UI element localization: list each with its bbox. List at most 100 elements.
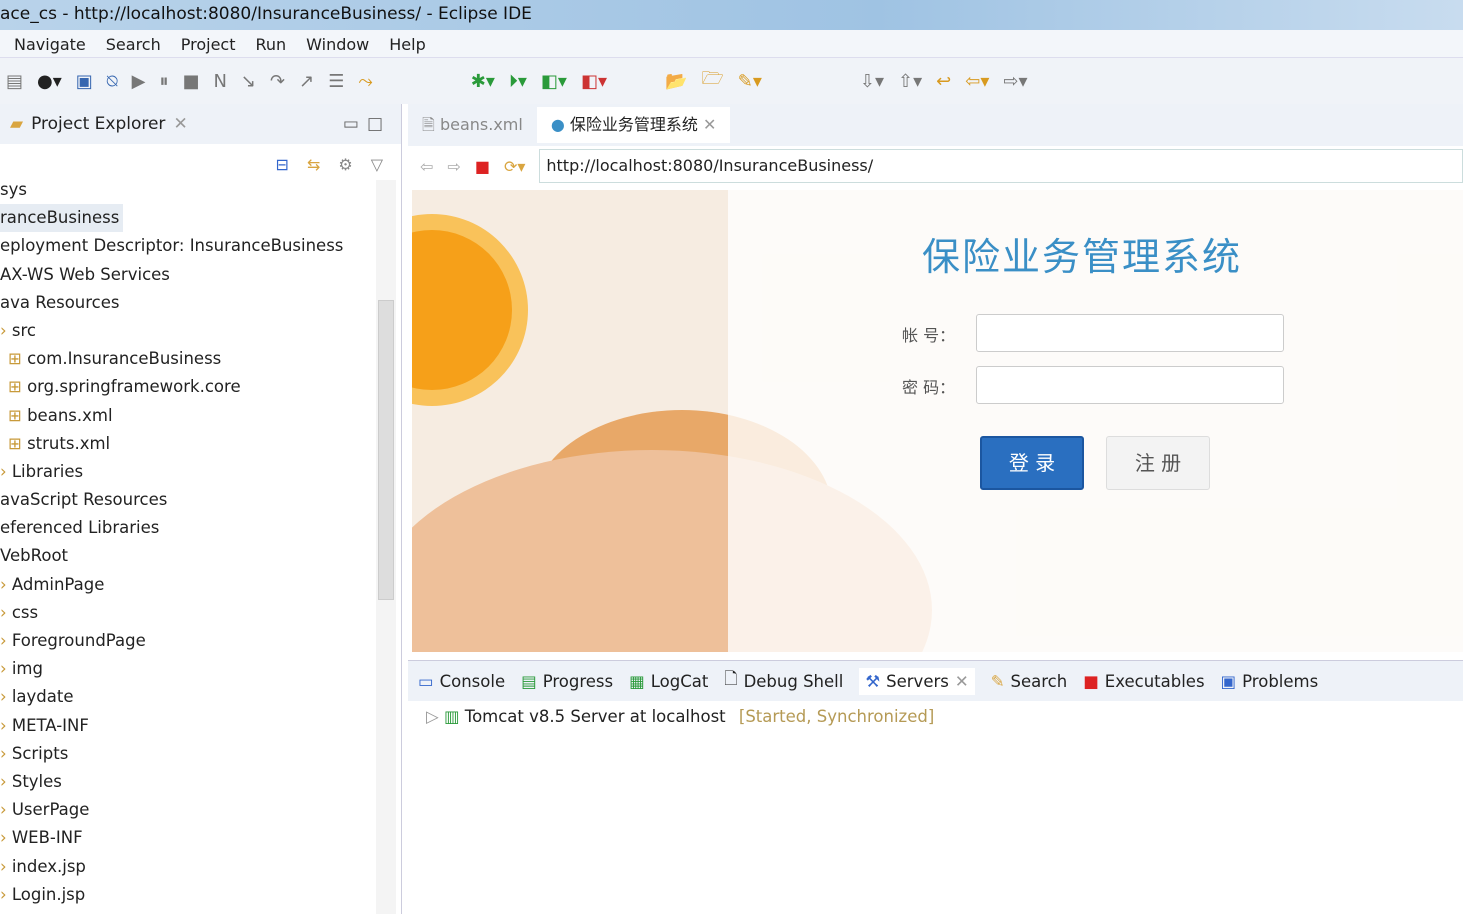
tree-item[interactable]: eferenced Libraries [0, 514, 375, 542]
refresh-icon[interactable]: ⟳▾ [504, 157, 525, 176]
tree-item[interactable]: avaScript Resources [0, 486, 375, 514]
stop-icon[interactable]: ■ [475, 157, 490, 176]
tree-item[interactable]: › css [0, 599, 375, 627]
tree-item[interactable]: › laydate [0, 683, 375, 711]
debug-icon[interactable]: ✱▾ [471, 71, 495, 92]
tab-executables[interactable]: ■ Executables [1083, 672, 1204, 691]
use-step-filters-icon[interactable]: ⤳ [358, 71, 372, 92]
tree-item[interactable]: ava Resources [0, 289, 375, 317]
tab-beans-xml[interactable]: 🗎 beans.xml [408, 107, 537, 143]
collapse-all-icon[interactable]: ⊟ [276, 155, 289, 174]
run-server-icon[interactable]: ◧▾ [541, 71, 567, 92]
terminate-icon[interactable]: ■ [182, 71, 199, 92]
menu-run[interactable]: Run [255, 35, 286, 54]
menu-bar: Navigate Search Project Run Window Help [0, 30, 1463, 58]
register-button[interactable]: 注 册 [1106, 436, 1210, 490]
tab-problems[interactable]: ▣ Problems [1221, 672, 1319, 691]
tree-item[interactable]: › AdminPage [0, 571, 375, 599]
tree-item[interactable]: › Styles [0, 768, 375, 796]
tree-item[interactable]: ⊞ struts.xml [0, 430, 375, 458]
project-explorer-icon: ▰ [10, 114, 24, 134]
filter-icon[interactable]: ⚙ [338, 155, 352, 174]
login-button[interactable]: 登 录 [980, 436, 1084, 490]
project-explorer-tab[interactable]: Project Explorer [31, 114, 165, 134]
tree-item[interactable]: AX-WS Web Services [0, 261, 375, 289]
password-input[interactable] [976, 366, 1284, 404]
tree-item-label: eployment Descriptor: InsuranceBusiness [0, 236, 344, 256]
tree-item[interactable]: ranceBusiness [0, 204, 375, 233]
drop-frame-icon[interactable]: ☰ [328, 71, 344, 92]
forward-icon[interactable]: ⇨▾ [1003, 71, 1027, 92]
maximize-icon[interactable]: □ [367, 114, 383, 134]
tree-item[interactable]: VebRoot [0, 542, 375, 570]
menu-help[interactable]: Help [389, 35, 425, 54]
tree-item[interactable]: › img [0, 655, 375, 683]
last-edit-icon[interactable]: ↩ [936, 71, 951, 92]
next-annotation-icon[interactable]: ⇩▾ [860, 71, 884, 92]
back-icon[interactable]: ⇦▾ [965, 71, 989, 92]
tree-item[interactable]: › Login.jsp [0, 881, 375, 909]
suspend-icon[interactable]: ⏸ [159, 71, 168, 92]
save-icon[interactable]: ▤ [6, 71, 23, 92]
tab-debug-shell[interactable]: 🗋 Debug Shell [724, 667, 843, 695]
prev-annotation-icon[interactable]: ⇧▾ [898, 71, 922, 92]
tab-console[interactable]: ▭ Console [418, 672, 505, 691]
folder-icon: › [0, 461, 12, 481]
forward-icon[interactable]: ⇨ [447, 157, 460, 176]
step-into-icon[interactable]: ↘ [241, 71, 256, 92]
account-input[interactable] [976, 314, 1284, 352]
tree-item[interactable]: › Libraries [0, 458, 375, 486]
step-return-icon[interactable]: ↗ [299, 71, 314, 92]
scroll-thumb[interactable] [378, 300, 394, 600]
tab-label: Console [439, 671, 506, 691]
console-icon: ▭ [418, 671, 434, 691]
menu-window[interactable]: Window [306, 35, 369, 54]
link-editor-icon[interactable]: ⇆ [307, 155, 320, 174]
tab-label: Problems [1242, 671, 1319, 691]
close-icon[interactable]: ✕ [703, 115, 716, 134]
expand-icon[interactable]: ▷ [426, 707, 439, 726]
search-tool-icon[interactable]: ✎▾ [738, 71, 762, 92]
tree-item[interactable]: ⊞ beans.xml [0, 402, 375, 430]
menu-search[interactable]: Search [106, 35, 161, 54]
server-row[interactable]: ▷ ▥ Tomcat v8.5 Server at localhost [Sta… [408, 701, 1463, 732]
close-icon[interactable]: ✕ [173, 114, 187, 134]
tree-item[interactable]: › index.jsp [0, 853, 375, 881]
close-icon[interactable]: ✕ [955, 672, 969, 691]
open-type-icon[interactable]: 📂 [665, 71, 687, 92]
menu-project[interactable]: Project [181, 35, 236, 54]
view-menu-icon[interactable]: ▽ [371, 155, 383, 174]
tree-item[interactable]: › ForegroundPage [0, 627, 375, 655]
open-task-icon[interactable]: 🗁 [701, 66, 723, 96]
tree-item[interactable]: › Scripts [0, 740, 375, 768]
menu-navigate[interactable]: Navigate [14, 35, 86, 54]
tab-search[interactable]: ✎ Search [991, 672, 1068, 691]
tree-item[interactable]: ⊞ com.InsuranceBusiness [0, 345, 375, 373]
tab-servers[interactable]: ⚒ Servers ✕ [859, 667, 975, 695]
step-over-icon[interactable]: ↷ [270, 71, 285, 92]
resume-icon[interactable]: ▶ [132, 71, 146, 92]
profile-icon[interactable]: ●▾ [37, 71, 62, 92]
tree-item-label: Styles [11, 771, 62, 791]
stop-server-icon[interactable]: ◧▾ [581, 71, 607, 92]
monitor-icon[interactable]: ▣ [76, 71, 93, 92]
url-input[interactable]: http://localhost:8080/InsuranceBusiness/ [539, 149, 1463, 183]
minimize-icon[interactable]: ▭ [343, 114, 359, 134]
skip-breakpoints-icon[interactable]: ⍉ [107, 71, 118, 92]
sun-illustration [412, 230, 512, 390]
back-icon[interactable]: ⇦ [420, 157, 433, 176]
tab-logcat[interactable]: ▦ LogCat [629, 672, 708, 691]
disconnect-icon[interactable]: N [213, 71, 226, 92]
tree-scrollbar[interactable] [376, 180, 396, 914]
tab-browser[interactable]: ● 保险业务管理系统 ✕ [536, 107, 731, 143]
tree-item[interactable]: eployment Descriptor: InsuranceBusiness [0, 232, 375, 260]
run-icon[interactable]: ⏵▾ [509, 71, 527, 92]
tree-item[interactable]: ⊞ org.springframework.core [0, 373, 375, 401]
tree-item[interactable]: › UserPage [0, 796, 375, 824]
tree-item[interactable]: › WEB-INF [0, 824, 375, 852]
tree-item[interactable]: › src [0, 317, 375, 345]
tree-item[interactable]: sys [0, 176, 375, 204]
tab-progress[interactable]: ▤ Progress [521, 672, 613, 691]
project-explorer-panel: ▰ Project Explorer ✕ ▭ □ ⊟ ⇆ ⚙ ▽ sys ranc… [0, 104, 402, 914]
tree-item[interactable]: › META-INF [0, 712, 375, 740]
